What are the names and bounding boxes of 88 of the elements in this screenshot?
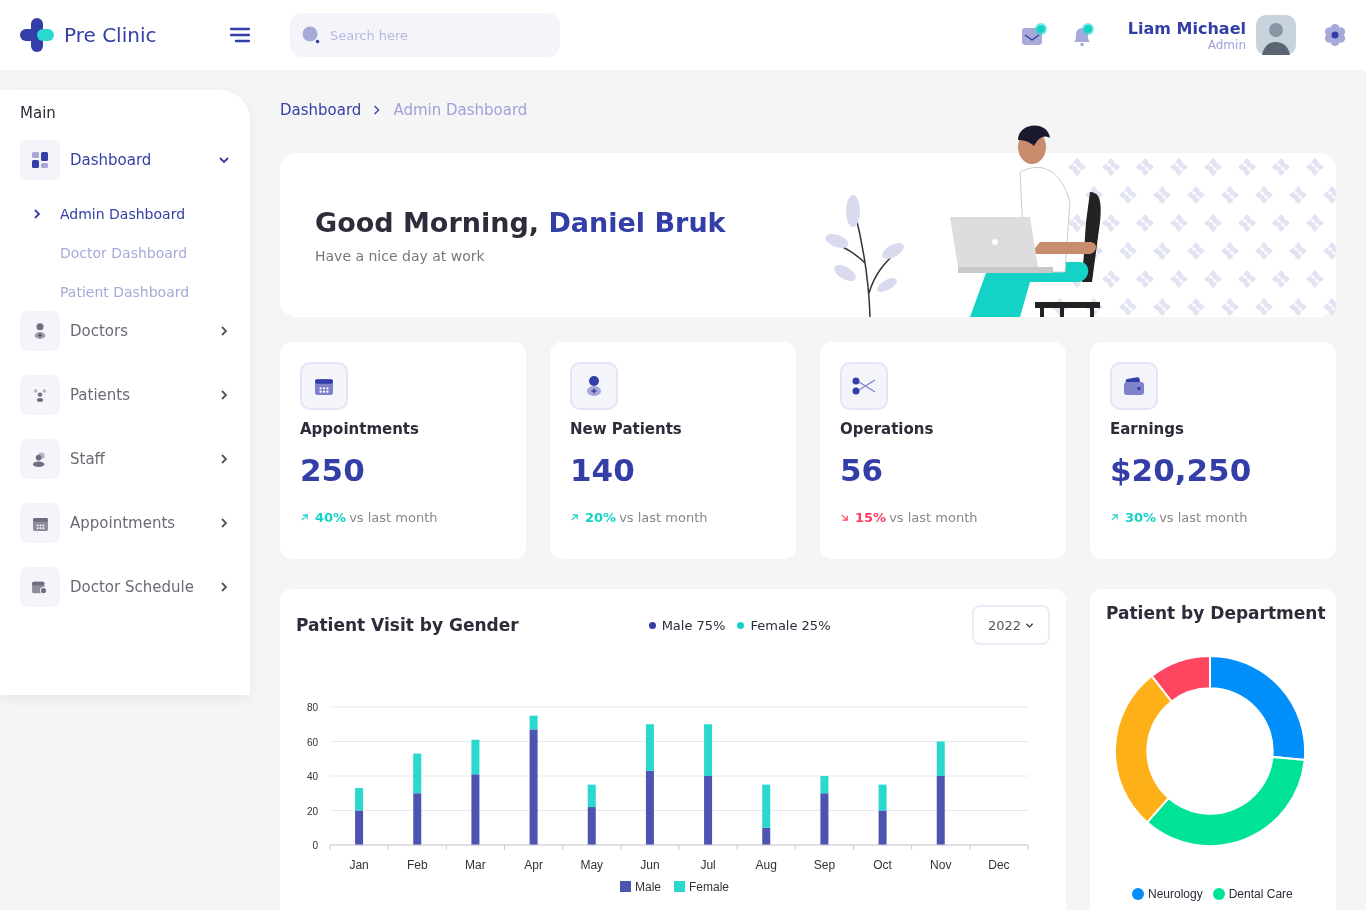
greeting-heading: Good Morning, Daniel Bruk xyxy=(315,206,726,238)
mail-notification-icon[interactable] xyxy=(1021,23,1048,47)
person-plus-icon xyxy=(586,375,602,397)
wallet-icon xyxy=(1124,377,1144,395)
x-tick-label: Apr xyxy=(524,858,543,872)
stat-label: New Patients xyxy=(570,420,682,438)
legend-label: Dental Care xyxy=(1228,887,1293,901)
settings-icon[interactable] xyxy=(1324,24,1346,46)
x-tick-label: Sep xyxy=(813,858,836,872)
person-plus-icon xyxy=(33,323,47,339)
breadcrumb-link[interactable]: Dashboard xyxy=(280,101,362,119)
nav-item[interactable]: Staff xyxy=(20,439,230,479)
brand-name: Pre Clinic xyxy=(64,23,157,47)
change-percent: 20% xyxy=(585,510,617,525)
y-tick-label: 40 xyxy=(306,771,318,782)
user-role: Admin xyxy=(1207,37,1246,52)
stat-value: 56 xyxy=(840,452,884,488)
x-tick-label: Nov xyxy=(930,858,952,872)
change-percent: 30% xyxy=(1125,510,1157,525)
legend-swatch xyxy=(620,881,631,892)
chevron-icon xyxy=(373,105,382,115)
y-tick-label: 20 xyxy=(306,805,318,817)
year-dropdown[interactable]: 2022 xyxy=(971,605,1050,645)
change-note: vs last month xyxy=(619,510,708,525)
x-tick-label: Jun xyxy=(640,858,660,872)
x-tick-label: Jan xyxy=(349,858,369,872)
x-tick-label: Feb xyxy=(406,858,428,872)
calendar-icon xyxy=(32,515,48,531)
nav-item[interactable]: Dashboard xyxy=(20,140,230,180)
stat-value: 250 xyxy=(300,452,365,488)
avatar-silhouette-icon[interactable] xyxy=(1256,15,1296,55)
greeting-subtitle: Have a nice day at work xyxy=(315,247,486,264)
nav-item[interactable]: Doctors xyxy=(20,311,230,351)
legend-label: Male 75% xyxy=(661,617,726,633)
y-tick-label: 80 xyxy=(306,702,318,713)
chevron-icon xyxy=(218,154,230,166)
x-tick-label: Mar xyxy=(465,858,486,872)
calendar-icon xyxy=(315,377,333,395)
scissors-icon xyxy=(852,377,876,395)
grid-icon xyxy=(32,152,48,168)
change-percent: 40% xyxy=(315,510,347,525)
cross-logo-icon xyxy=(20,18,54,52)
menu-icon[interactable] xyxy=(230,27,250,43)
legend-label: Male xyxy=(635,880,661,894)
people-group-icon xyxy=(32,387,48,403)
x-tick-label: Oct xyxy=(873,858,892,872)
nav-item[interactable]: Appointments xyxy=(20,503,230,543)
legend-label: Neurology xyxy=(1148,887,1203,901)
x-tick-label: Dec xyxy=(988,858,1010,872)
change-note: vs last month xyxy=(349,510,438,525)
submenu-item[interactable]: Admin Dashboard xyxy=(20,194,230,233)
search-field[interactable]: Search here xyxy=(290,13,560,57)
chart-title: Patient Visit by Gender xyxy=(296,615,519,635)
search-icon xyxy=(302,26,320,44)
x-tick-label: Jul xyxy=(700,858,716,872)
user-name: Liam Michael xyxy=(1127,18,1246,38)
x-tick-label: Aug xyxy=(755,858,777,872)
legend-swatch xyxy=(674,881,685,892)
y-tick-label: 0 xyxy=(312,840,318,851)
chart-title: Patient by Department xyxy=(1106,603,1326,623)
chevron-icon xyxy=(218,453,230,465)
legend-label: Female xyxy=(689,880,729,894)
stat-label: Appointments xyxy=(300,420,419,438)
stat-value: $20,250 xyxy=(1110,452,1252,488)
change-percent: 15% xyxy=(855,510,887,525)
change-note: vs last month xyxy=(889,510,978,525)
bar xyxy=(704,776,713,845)
bar xyxy=(878,810,887,845)
chevron-icon xyxy=(218,325,230,337)
bar xyxy=(413,793,422,845)
calendar-clock-icon xyxy=(32,579,48,595)
chevron-icon xyxy=(32,207,42,220)
chevron-icon xyxy=(218,389,230,401)
bar xyxy=(704,724,713,776)
legend-label: Female 25% xyxy=(750,617,831,633)
stat-label: Operations xyxy=(840,420,934,438)
nav-item[interactable]: Doctor Schedule xyxy=(20,567,230,607)
chevron-icon xyxy=(218,581,230,593)
section-title: Main xyxy=(20,104,57,122)
bar xyxy=(413,753,422,794)
chevron-icon xyxy=(218,517,230,529)
stat-label: Earnings xyxy=(1110,420,1184,438)
change-note: vs last month xyxy=(1159,510,1248,525)
nav-item[interactable]: Patients xyxy=(20,375,230,415)
bar xyxy=(878,784,887,811)
y-tick-label: 60 xyxy=(306,736,318,748)
stat-value: 140 xyxy=(570,452,635,488)
x-tick-label: May xyxy=(580,858,604,872)
